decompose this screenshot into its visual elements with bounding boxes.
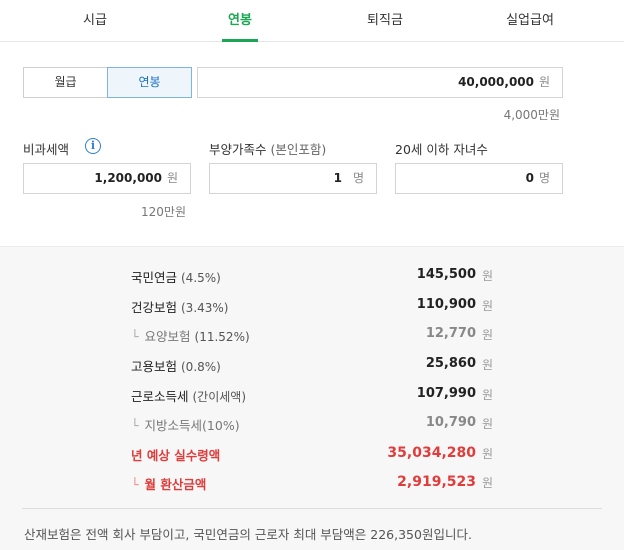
children-input[interactable]: 0 명 [395,163,563,194]
tab-severance[interactable]: 퇴직금 [325,0,445,42]
result-amount: 107,990 [416,386,476,401]
nontax-hint: 120만원 [141,205,186,219]
result-amount: 12,770 [425,326,476,341]
result-row-employment: 고용보험 (0.8%) 25,860 원 [0,353,624,375]
children-label: 20세 이하 자녀수 [395,142,488,157]
nontax-label: 비과세액 [23,142,70,157]
active-tab-indicator [222,39,258,42]
result-amount: 2,919,523 [397,474,476,490]
result-unit: 원 [482,269,494,283]
result-name: 년 예상 실수령액 [131,448,221,463]
salary-hint: 4,000만원 [503,108,560,122]
result-unit: 원 [482,328,494,342]
children-unit: 명 [538,171,550,185]
result-row-local-tax: └ 지방소득세(10%) 10,790 원 [0,412,624,434]
result-name: 고용보험 (0.8%) [131,359,221,374]
info-icon[interactable]: i [85,138,101,154]
salary-unit: 원 [538,75,550,89]
result-row-care: └ 요양보험 (11.52%) 12,770 원 [0,323,624,345]
dependents-label-sub: (본인포함) [270,142,327,157]
result-name: 근로소득세 (간이세액) [131,389,247,404]
dependents-label: 부양가족수 (본인포함) [209,139,326,158]
divider [22,508,602,509]
result-name: └ 월 환산금액 [131,477,207,492]
result-unit: 원 [482,476,494,490]
result-amount: 10,790 [425,415,476,430]
result-name: 국민연금 (4.5%) [131,270,221,285]
tab-hourly[interactable]: 시급 [35,0,155,42]
nontax-input[interactable]: 1,200,000 원 [23,163,191,194]
tab-unemployment[interactable]: 실업급여 [470,0,590,42]
result-amount: 25,860 [425,356,476,371]
tab-annual[interactable]: 연봉 [180,0,300,42]
annual-toggle-button[interactable]: 연봉 [107,67,192,98]
result-name: └ 지방소득세(10%) [131,418,240,433]
result-amount: 145,500 [416,267,476,282]
result-unit: 원 [482,388,494,402]
result-name: 건강보험 (3.43%) [131,300,229,315]
result-row-income-tax: 근로소득세 (간이세액) 107,990 원 [0,383,624,405]
result-unit: 원 [482,299,494,313]
result-amount: 110,900 [416,297,476,312]
dependents-input[interactable]: 1 명 [209,163,377,194]
dependents-label-text: 부양가족수 [209,142,267,157]
result-row-annual-net: 년 예상 실수령액 35,034,280 원 [0,442,624,464]
result-row-health: 건강보험 (3.43%) 110,900 원 [0,294,624,316]
footer-note: 산재보험은 전액 회사 부담이고, 국민연금의 근로자 최대 부담액은 226,… [24,527,472,542]
tab-bar: 시급 연봉 퇴직금 실업급여 [0,0,624,42]
monthly-toggle-button[interactable]: 월급 [23,67,108,98]
salary-value: 40,000,000 [458,75,534,89]
result-unit: 원 [482,417,494,431]
result-row-monthly-net: └ 월 환산금액 2,919,523 원 [0,471,624,493]
result-name: └ 요양보험 (11.52%) [131,329,250,344]
result-unit: 원 [482,447,494,461]
result-row-pension: 국민연금 (4.5%) 145,500 원 [0,264,624,286]
tab-annual-label: 연봉 [228,13,252,28]
nontax-value: 1,200,000 [94,171,162,185]
result-unit: 원 [482,358,494,372]
nontax-unit: 원 [166,171,178,185]
children-value: 0 [525,171,534,185]
result-amount: 35,034,280 [387,445,476,461]
dependents-value: 1 [333,171,342,185]
dependents-unit: 명 [352,171,364,185]
salary-input[interactable]: 40,000,000 원 [197,67,563,98]
